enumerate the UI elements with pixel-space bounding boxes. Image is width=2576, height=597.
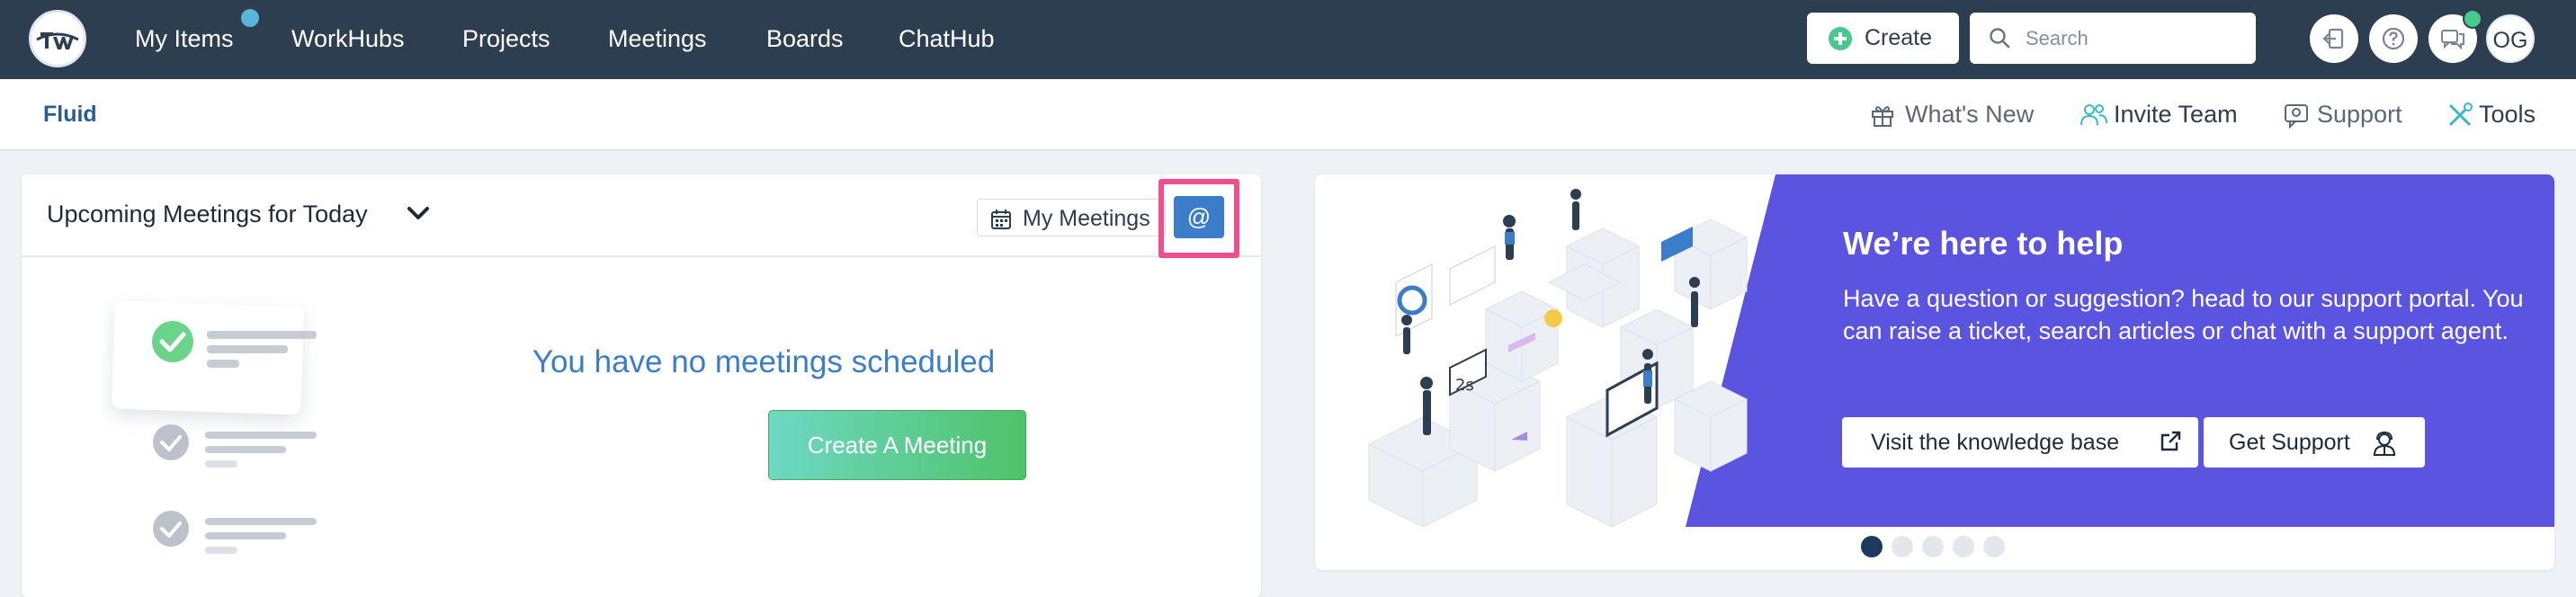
chat-bubbles-icon <box>2441 30 2464 50</box>
carousel-dot[interactable] <box>1953 536 1974 557</box>
whats-new-label: What's New <box>1905 101 2035 128</box>
nav-boards[interactable]: Boards <box>766 23 844 54</box>
user-avatar[interactable]: OG <box>2486 14 2535 63</box>
get-support-label: Get Support <box>2229 430 2350 455</box>
help-button[interactable] <box>2369 14 2418 63</box>
svg-text:2s: 2s <box>1455 376 1474 395</box>
exit-button[interactable] <box>2310 14 2358 63</box>
gift-icon <box>1872 106 1893 127</box>
nav-workhubs[interactable]: WorkHubs <box>291 23 405 54</box>
mentions-button[interactable]: @ <box>1174 196 1224 238</box>
help-promo-card: 2s We’re here to help Have a question or… <box>1315 174 2554 570</box>
tools-label: Tools <box>2479 101 2536 128</box>
nav-chathub[interactable]: ChatHub <box>899 23 995 54</box>
exit-icon <box>2322 28 2344 49</box>
nav-meetings[interactable]: Meetings <box>608 23 707 54</box>
my-meetings-filter-button[interactable]: My Meetings <box>977 199 1166 236</box>
help-description: Have a question or suggestion? head to o… <box>1843 285 2524 344</box>
knowledge-base-button[interactable]: Visit the knowledge base <box>1842 417 2198 468</box>
support-illustration: 2s <box>1367 189 1749 527</box>
users-icon <box>2080 104 2107 126</box>
search-icon <box>1990 28 2010 49</box>
empty-checklist-illustration <box>112 300 317 554</box>
support-link[interactable]: Support <box>2283 99 2409 129</box>
my-items-notification-dot <box>239 7 261 29</box>
nav-projects[interactable]: Projects <box>462 23 550 54</box>
support-chat-icon <box>2285 104 2308 129</box>
workspace-name[interactable]: Fluid <box>43 101 97 128</box>
help-title: We’re here to help <box>1843 225 2124 262</box>
external-link-icon <box>2160 431 2181 451</box>
search-input[interactable] <box>2024 23 2243 54</box>
top-navbar: My Items WorkHubs Projects Meetings Boar… <box>0 0 2576 79</box>
invite-team-link[interactable]: Invite Team <box>2080 99 2250 129</box>
messages-notification-dot <box>2463 9 2482 29</box>
create-label: Create <box>1865 25 1933 50</box>
plus-icon <box>1829 27 1852 50</box>
create-meeting-button[interactable]: Create A Meeting <box>768 410 1026 480</box>
tools-icon <box>2448 102 2473 127</box>
chevron-down-icon[interactable] <box>407 204 430 222</box>
get-support-button[interactable]: Get Support <box>2204 417 2425 468</box>
carousel-dot[interactable] <box>1892 536 1913 557</box>
support-agent-icon <box>2373 431 2396 456</box>
tools-link[interactable]: Tools <box>2446 99 2545 129</box>
invite-team-label: Invite Team <box>2114 101 2238 128</box>
meetings-card-title[interactable]: Upcoming Meetings for Today <box>47 200 368 228</box>
support-label: Support <box>2317 101 2402 128</box>
upcoming-meetings-card: Upcoming Meetings for Today My Meetings … <box>22 174 1261 597</box>
app-logo[interactable] <box>29 10 86 67</box>
create-button[interactable]: Create <box>1807 13 1959 64</box>
whats-new-link[interactable]: What's New <box>1869 99 2040 129</box>
my-meetings-label: My Meetings <box>1023 206 1150 231</box>
carousel-dot[interactable] <box>1983 536 2005 557</box>
knowledge-base-label: Visit the knowledge base <box>1871 430 2120 455</box>
nav-my-items[interactable]: My Items <box>135 23 234 54</box>
sub-navbar: Fluid What's New Invite Team Support Too… <box>0 79 2576 151</box>
search-box[interactable] <box>1970 13 2256 64</box>
question-icon <box>2382 27 2405 50</box>
card-header: Upcoming Meetings for Today My Meetings … <box>22 174 1261 258</box>
carousel-dot[interactable] <box>1861 536 1883 557</box>
carousel-dot[interactable] <box>1922 536 1944 557</box>
no-meetings-message: You have no meetings scheduled <box>532 344 996 379</box>
calendar-icon <box>991 209 1011 229</box>
